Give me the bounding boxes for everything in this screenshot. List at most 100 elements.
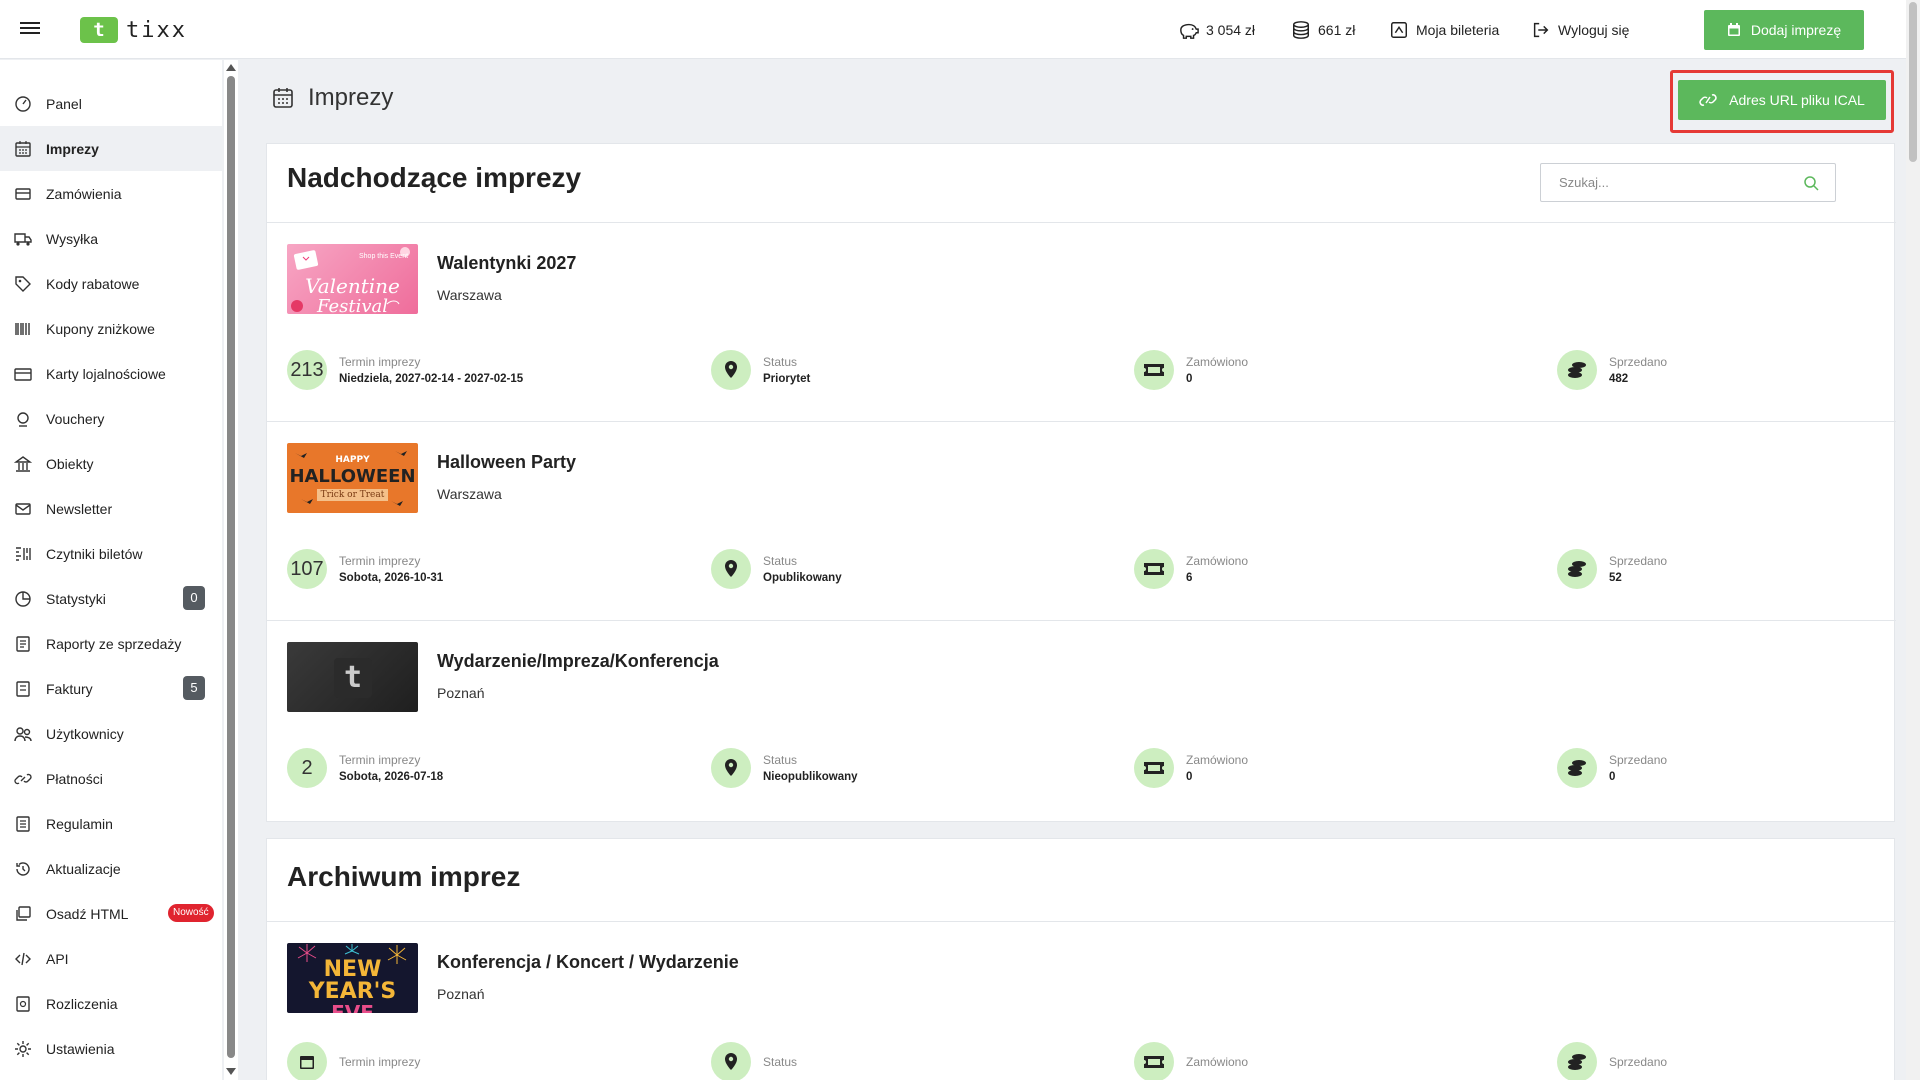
search-icon[interactable]: [1803, 175, 1819, 191]
sidebar-item-rozliczenia[interactable]: Rozliczenia: [0, 981, 222, 1026]
ticket-icon: [1134, 1042, 1174, 1080]
sidebar-item-pomoc[interactable]: Pomoc: [0, 1071, 222, 1080]
event-city: Warszawa: [437, 486, 502, 502]
stat-ordered: Zamówiono 0: [1134, 350, 1248, 390]
event-name[interactable]: Wydarzenie/Impreza/Konferencja: [437, 651, 719, 672]
thumb-text-2: Festival: [316, 296, 389, 314]
sidebar-scroll-thumb[interactable]: [227, 76, 235, 1058]
sidebar-item-ustawienia[interactable]: Ustawienia: [0, 1026, 222, 1071]
sidebar-item-label: Kody rabatowe: [46, 275, 140, 292]
page-scrollbar[interactable]: [1906, 0, 1920, 1080]
logout-link[interactable]: Wyloguj się: [1530, 0, 1629, 59]
sidebar-item-label: API: [46, 950, 69, 967]
calendar-icon: [15, 140, 31, 157]
ical-url-button[interactable]: Adres URL pliku ICAL: [1678, 80, 1886, 120]
sidebar-item-wysyłka[interactable]: Wysyłka: [0, 216, 222, 261]
sidebar: Panel Imprezy Zamówienia Wysyłka Kody rabato…: [0, 60, 222, 1080]
search-input[interactable]: [1541, 164, 1791, 201]
building-icon: [14, 455, 32, 472]
sidebar-item-label: Newsletter: [46, 500, 113, 517]
days-left-badge: 107: [287, 549, 327, 589]
page-scroll-thumb[interactable]: [1909, 2, 1917, 162]
sidebar-item-panel[interactable]: Panel: [0, 81, 222, 126]
sidebar-item-raporty-ze-sprzedaży[interactable]: Raporty ze sprzedaży: [0, 621, 222, 666]
calendar-icon: [287, 1042, 327, 1080]
stat-label: Termin imprezy: [339, 554, 421, 568]
stat-sold: Sprzedano: [1557, 1042, 1667, 1080]
mail-icon: [15, 502, 31, 515]
event-city: Poznań: [437, 685, 485, 701]
sidebar-item-api[interactable]: API: [0, 936, 222, 981]
stat-date: 107 Termin imprezy Sobota, 2026-10-31: [287, 549, 443, 589]
add-event-button[interactable]: Dodaj imprezę: [1704, 10, 1864, 50]
event-name[interactable]: Halloween Party: [437, 452, 576, 473]
sidebar-item-faktury[interactable]: Faktury 5: [0, 666, 222, 711]
thumb-text-1: Valentine: [305, 274, 400, 298]
search-box[interactable]: [1540, 163, 1836, 202]
logo[interactable]: t tixx: [80, 17, 187, 43]
sidebar-item-label: Płatności: [46, 770, 103, 787]
sidebar-item-label: Regulamin: [46, 815, 113, 832]
sidebar-item-osadź-html[interactable]: Osadź HTML Nowość: [0, 891, 222, 936]
sidebar-item-label: Czytniki biletów: [46, 545, 143, 562]
sidebar-item-płatności[interactable]: Płatności: [0, 756, 222, 801]
sidebar-item-kody-rabatowe[interactable]: Kody rabatowe: [0, 261, 222, 306]
box-office-icon: [1391, 21, 1407, 38]
stat-label: Status: [763, 1055, 798, 1069]
sidebar-item-regulamin[interactable]: Regulamin: [0, 801, 222, 846]
coins-icon: [1557, 1042, 1597, 1080]
event-thumbnail[interactable]: HAPPY HALLOWEEN Trick or Treat: [287, 443, 418, 513]
sidebar-item-label: Użytkownicy: [46, 725, 124, 742]
sidebar-item-vouchery[interactable]: Vouchery: [0, 396, 222, 441]
sidebar-item-zamówienia[interactable]: Zamówienia: [0, 171, 222, 216]
sidebar-item-aktualizacje[interactable]: Aktualizacje: [0, 846, 222, 891]
event-status: Priorytet: [763, 373, 811, 385]
sidebar-item-obiekty[interactable]: Obiekty: [0, 441, 222, 486]
balance-piggy[interactable]: 3 054 zł: [1178, 0, 1255, 59]
days-left-badge: 2: [287, 748, 327, 788]
ticket-icon: [1134, 549, 1174, 589]
event-thumbnail[interactable]: Shop this Event Valentine Festival: [287, 244, 418, 314]
menu-toggle-icon[interactable]: [20, 19, 40, 39]
link-icon: [14, 773, 32, 784]
stat-date: Termin imprezy: [287, 1042, 420, 1080]
sidebar-item-label: Vouchery: [46, 410, 105, 427]
settlement-icon: [16, 995, 30, 1012]
sidebar-item-karty-lojalnościowe[interactable]: Karty lojalnościowe: [0, 351, 222, 396]
balance2-value: 661 zł: [1318, 21, 1356, 38]
sidebar-scrollbar[interactable]: [224, 60, 238, 1080]
event-name[interactable]: Konferencja / Koncert / Wydarzenie: [437, 952, 739, 973]
balance-coins[interactable]: 661 zł: [1290, 0, 1355, 59]
sidebar-item-label: Karty lojalnościowe: [46, 365, 166, 382]
stat-status: Status Priorytet: [711, 350, 810, 390]
sidebar-item-imprezy[interactable]: Imprezy: [0, 126, 222, 171]
stat-label: Sprzedano: [1609, 355, 1668, 369]
stat-label: Termin imprezy: [339, 753, 421, 767]
stat-label: Status: [763, 753, 798, 767]
sidebar-item-label: Wysyłka: [46, 230, 98, 247]
event-thumbnail[interactable]: t: [287, 642, 418, 712]
sidebar-item-label: Imprezy: [46, 140, 99, 157]
sidebar-item-statystyki[interactable]: Statystyki 0: [0, 576, 222, 621]
sidebar-item-czytniki-biletów[interactable]: Czytniki biletów: [0, 531, 222, 576]
thumb-small-text: Trick or Treat: [317, 489, 388, 501]
stat-label: Zamówiono: [1186, 1055, 1249, 1069]
event-row: HAPPY HALLOWEEN Trick or Treat Halloween Pa…: [267, 421, 1896, 621]
logout-icon: [1533, 22, 1549, 37]
stat-label: Sprzedano: [1609, 1055, 1668, 1069]
scroll-up-icon[interactable]: [226, 64, 236, 71]
thumb-text-1: t: [334, 658, 372, 698]
sidebar-item-kupony-zniżkowe[interactable]: Kupony zniżkowe: [0, 306, 222, 351]
stat-label: Status: [763, 355, 798, 369]
event-name[interactable]: Walentynki 2027: [437, 253, 576, 274]
my-box-office-link[interactable]: Moja bileteria: [1388, 0, 1499, 59]
sidebar-item-newsletter[interactable]: Newsletter: [0, 486, 222, 531]
stat-sold: Sprzedano 482: [1557, 350, 1667, 390]
ordered-count: 0: [1186, 771, 1193, 783]
thumb-small-text: Shop this Event: [359, 253, 409, 260]
sidebar-item-użytkownicy[interactable]: Użytkownicy: [0, 711, 222, 756]
stat-status: Status Nieopublikowany: [711, 748, 858, 788]
page-header: Imprezy: [272, 84, 393, 112]
scroll-down-icon[interactable]: [226, 1068, 236, 1075]
event-thumbnail[interactable]: NEW YEAR'S EVE: [287, 943, 418, 1013]
